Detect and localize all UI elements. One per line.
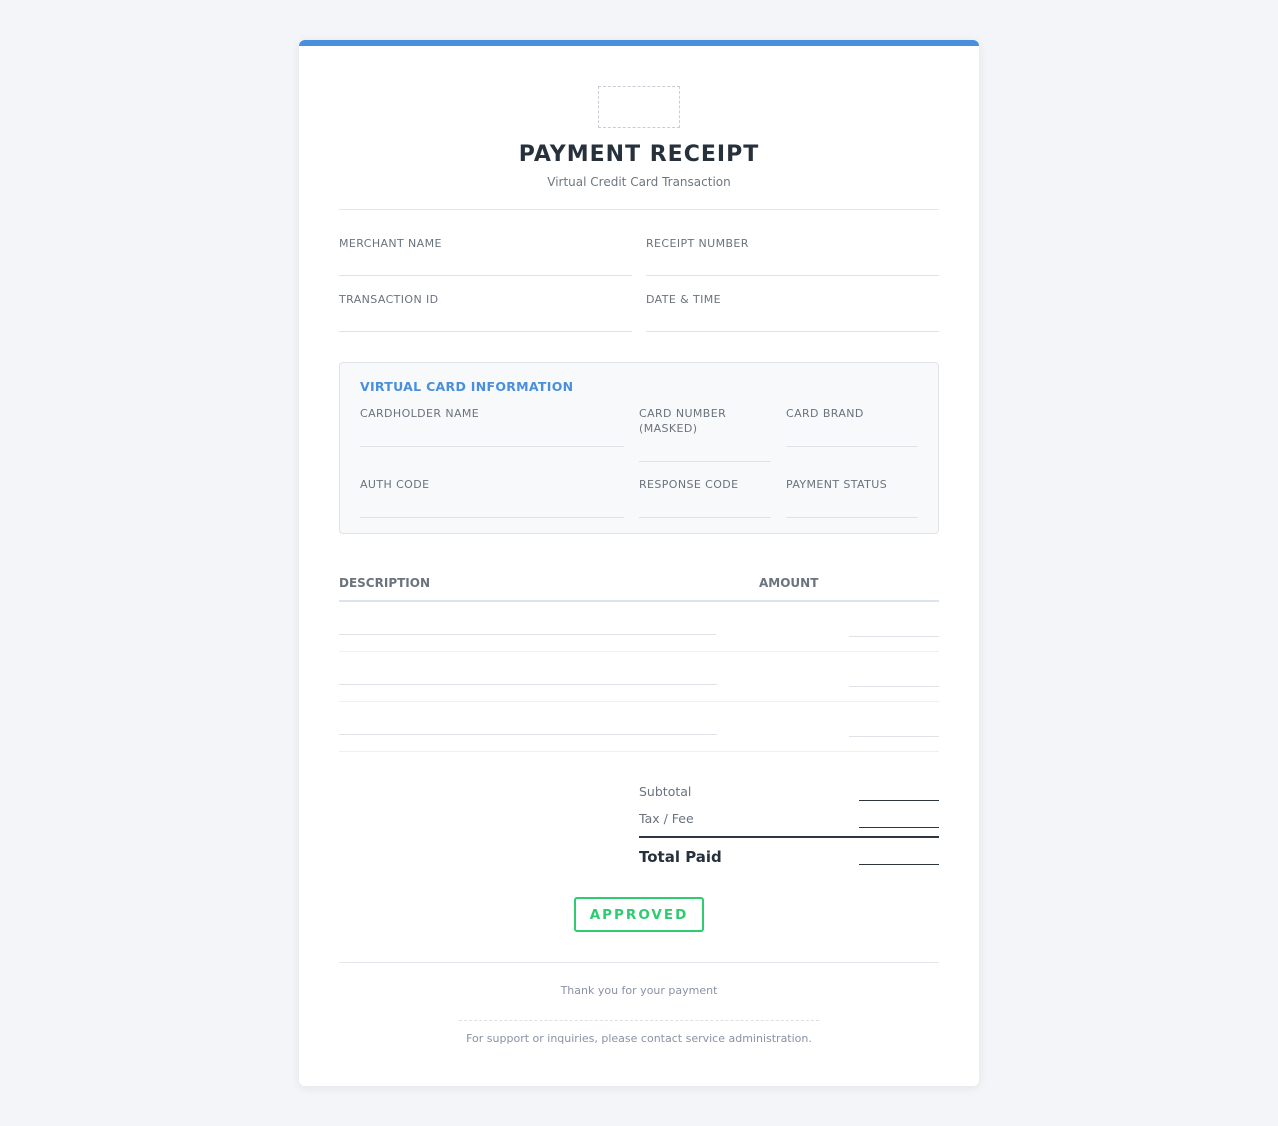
card-number-label-masked: (MASKED) (639, 422, 698, 435)
auth-code-field[interactable] (360, 517, 624, 518)
item-description-field[interactable] (339, 734, 717, 735)
item-amount-field[interactable] (849, 686, 939, 687)
footer-dashed-divider (459, 1020, 819, 1021)
total-divider (639, 836, 939, 838)
header-divider (339, 209, 939, 210)
receipt-card: PAYMENT RECEIPT Virtual Credit Card Tran… (299, 40, 979, 1086)
virtual-card-title: VIRTUAL CARD INFORMATION (360, 379, 574, 394)
row-divider (339, 701, 939, 702)
date-time-label: DATE & TIME (646, 293, 721, 306)
total-paid-field[interactable] (859, 864, 939, 865)
table-header-divider (339, 600, 939, 602)
card-brand-label: CARD BRAND (786, 407, 864, 420)
logo-placeholder (598, 86, 680, 128)
tax-fee-field[interactable] (859, 827, 939, 828)
payment-status-field[interactable] (786, 517, 918, 518)
cardholder-name-label: CARDHOLDER NAME (360, 407, 480, 420)
merchant-name-label: MERCHANT NAME (339, 237, 442, 250)
footer-divider (339, 962, 939, 963)
auth-code-label: AUTH CODE (360, 478, 430, 491)
receipt-number-label: RECEIPT NUMBER (646, 237, 749, 250)
row-divider (339, 751, 939, 752)
cardholder-name-field[interactable] (360, 446, 624, 447)
row-divider (339, 651, 939, 652)
support-message: For support or inquiries, please contact… (466, 1032, 812, 1045)
subtotal-label: Subtotal (639, 784, 692, 799)
transaction-id-field[interactable] (339, 331, 632, 332)
item-description-field[interactable] (339, 684, 717, 685)
card-number-label: CARD NUMBER (639, 407, 727, 420)
thank-you-message: Thank you for your payment (560, 984, 718, 997)
receipt-subtitle: Virtual Credit Card Transaction (547, 175, 731, 189)
tax-fee-label: Tax / Fee (639, 811, 694, 826)
approved-status-badge: APPROVED (574, 897, 704, 932)
merchant-name-field[interactable] (339, 275, 632, 276)
item-amount-field[interactable] (849, 736, 939, 737)
description-header: DESCRIPTION (339, 576, 431, 590)
transaction-id-label: TRANSACTION ID (339, 293, 439, 306)
total-paid-label: Total Paid (639, 848, 722, 866)
receipt-number-field[interactable] (646, 275, 939, 276)
card-number-field[interactable] (639, 461, 771, 462)
item-amount-field[interactable] (849, 636, 939, 637)
payment-status-label: PAYMENT STATUS (786, 478, 888, 491)
amount-header: AMOUNT (759, 576, 819, 590)
item-description-field[interactable] (339, 634, 716, 635)
card-brand-field[interactable] (786, 446, 918, 447)
response-code-field[interactable] (639, 517, 771, 518)
virtual-card-section: VIRTUAL CARD INFORMATION CARDHOLDER NAME… (339, 362, 939, 534)
response-code-label: RESPONSE CODE (639, 478, 739, 491)
subtotal-field[interactable] (859, 800, 939, 801)
receipt-title: PAYMENT RECEIPT (518, 142, 760, 167)
date-time-field[interactable] (646, 331, 939, 332)
